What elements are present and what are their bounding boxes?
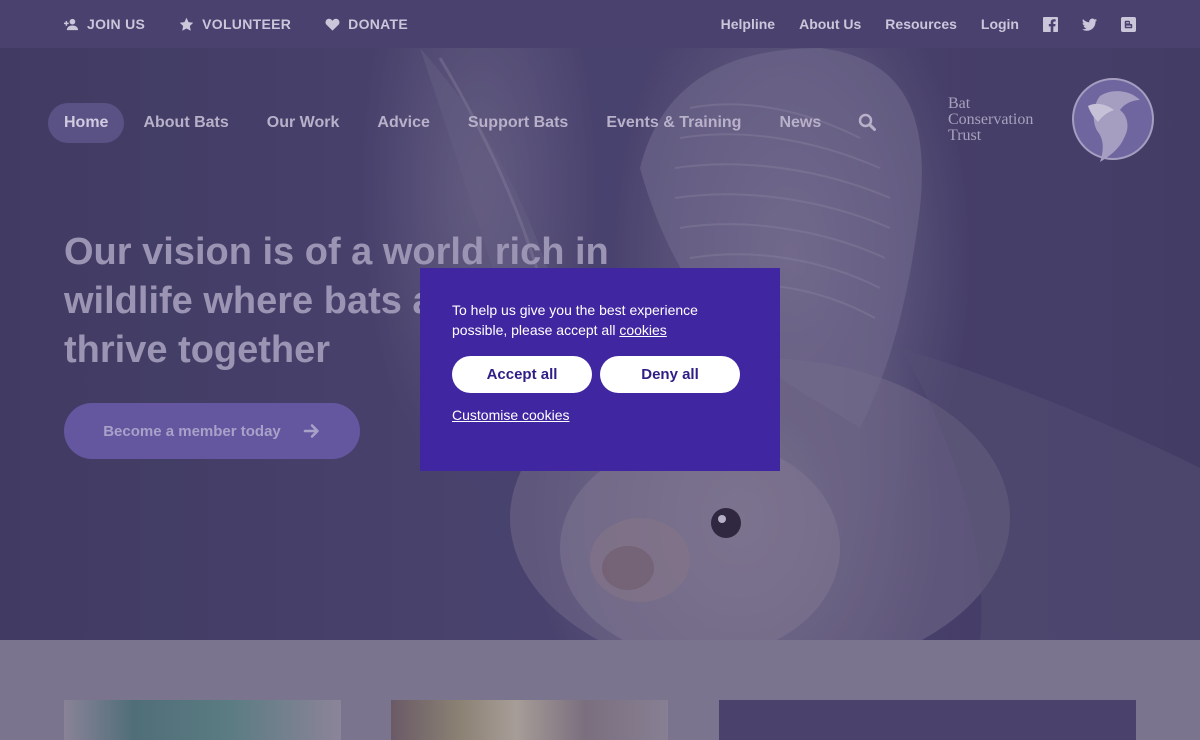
top-utility-bar: JOIN US VOLUNTEER DONATE Helpline About … [0,0,1200,48]
logo-wordmark: Bat Conservation Trust [948,96,1033,144]
accept-all-button[interactable]: Accept all [452,356,592,393]
heart-icon [325,18,340,31]
logo-line-1: Bat [948,95,971,112]
cookie-message: To help us give you the best experience … [452,300,748,340]
helpline-link[interactable]: Helpline [721,16,775,32]
cookie-buttons: Accept all Deny all [452,356,748,393]
add-person-icon [64,18,79,30]
donate-label: DONATE [348,16,409,32]
feature-card-1[interactable] [64,700,341,740]
customise-cookies-link[interactable]: Customise cookies [452,407,570,423]
utility-links: Helpline About Us Resources Login [721,0,1136,48]
donate-link[interactable]: DONATE [325,16,408,32]
nav-advice[interactable]: Advice [358,103,448,143]
nav-news[interactable]: News [760,103,840,143]
twitter-icon[interactable] [1082,17,1097,32]
cookies-link[interactable]: cookies [619,322,666,338]
nav-events-training[interactable]: Events & Training [587,103,760,143]
nav-home[interactable]: Home [48,103,125,143]
nav-support-bats[interactable]: Support Bats [449,103,587,143]
bat-emblem-icon [1072,78,1154,162]
search-icon[interactable] [858,113,878,133]
resources-link[interactable]: Resources [885,16,957,32]
site-logo[interactable]: Bat Conservation Trust [948,76,1156,166]
top-actions: JOIN US VOLUNTEER DONATE [64,0,408,48]
logo-line-2: Conservation [948,111,1034,128]
login-link[interactable]: Login [981,16,1019,32]
volunteer-label: VOLUNTEER [202,16,292,32]
about-us-link[interactable]: About Us [799,16,861,32]
blogger-icon[interactable] [1121,16,1136,32]
nav-our-work[interactable]: Our Work [248,103,359,143]
logo-line-3: Trust [948,127,982,144]
cookie-consent-dialog: To help us give you the best experience … [420,268,780,471]
join-us-label: JOIN US [87,16,146,32]
star-icon [179,17,194,31]
feature-card-3[interactable] [719,700,1136,740]
deny-all-button[interactable]: Deny all [600,356,740,393]
facebook-icon[interactable] [1043,16,1058,32]
feature-section [0,640,1200,740]
join-us-link[interactable]: JOIN US [64,16,145,32]
feature-card-2[interactable] [391,700,668,740]
cta-label: Become a member today [103,422,281,440]
arrow-right-icon [303,424,319,438]
nav-about-bats[interactable]: About Bats [124,103,247,143]
volunteer-link[interactable]: VOLUNTEER [179,16,291,32]
main-navigation: Home About Bats Our Work Advice Support … [48,103,878,143]
become-member-button[interactable]: Become a member today [64,403,360,459]
